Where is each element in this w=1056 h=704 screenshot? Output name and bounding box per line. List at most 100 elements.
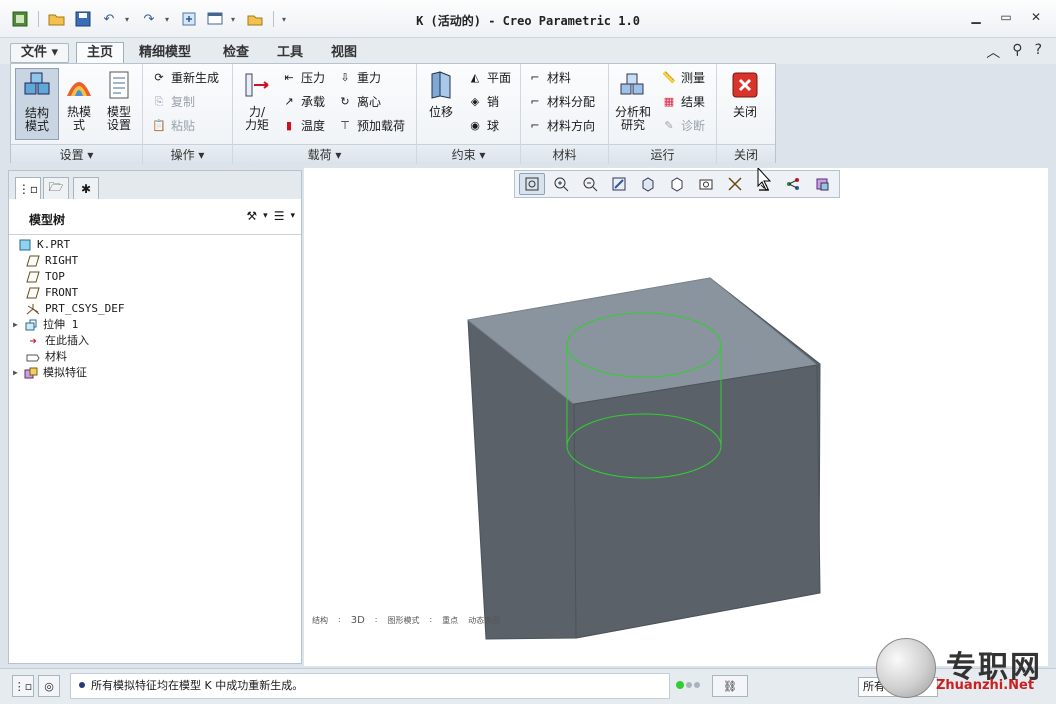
temperature-button[interactable]: ▮ 温度 — [281, 116, 325, 136]
planar-button[interactable]: ◭ 平面 — [467, 68, 511, 88]
undo-icon[interactable]: ↶ — [99, 9, 119, 29]
find-icon[interactable]: ⛓ — [712, 675, 748, 697]
preload-button[interactable]: ⊤ 预加载荷 — [337, 116, 405, 136]
watermark-ball-logo — [876, 638, 936, 698]
tree-settings-icon[interactable]: ⚒ — [246, 209, 257, 223]
group-loads-label[interactable]: 载荷 ▾ — [233, 144, 416, 164]
redo-dropdown-icon[interactable]: ▾ — [165, 15, 173, 24]
app-icon[interactable] — [10, 9, 30, 29]
paste-button[interactable]: 📋 粘贴 — [151, 116, 195, 136]
title-bar: ↶ ▾ ↷ ▾ ▾ ▾ K (活动的) - Creo Parametric 1.… — [0, 0, 1056, 38]
group-setup: 结构 模式 热模 式 模型 设置 设置 ▾ — [11, 64, 143, 164]
expand-icon[interactable]: ▶ — [13, 365, 23, 381]
centrifugal-icon: ↻ — [340, 95, 350, 108]
tree-node-top[interactable]: TOP — [13, 269, 297, 285]
status-graphics: 图形模式 — [387, 616, 420, 625]
tree-show-dropdown-icon[interactable]: ▾ — [290, 211, 295, 221]
help-icon[interactable]: ? — [1035, 42, 1042, 62]
results-button[interactable]: ▦ 结果 — [661, 92, 705, 112]
save-icon[interactable] — [73, 9, 93, 29]
tree-node-front[interactable]: FRONT — [13, 285, 297, 301]
favorites-tab-icon[interactable]: ✱ — [73, 177, 99, 199]
group-constraints-label[interactable]: 约束 ▾ — [417, 144, 520, 164]
tree-node-simulation-features[interactable]: ▶ 模拟特征 — [13, 365, 297, 381]
copy-icon: ⎘ — [154, 95, 164, 108]
undo-dropdown-icon[interactable]: ▾ — [125, 15, 133, 24]
close-x-icon — [728, 68, 762, 102]
close-button[interactable]: 关闭 — [723, 68, 767, 119]
close-window-icon[interactable] — [245, 9, 265, 29]
quick-access-toolbar: ↶ ▾ ↷ ▾ ▾ ▾ — [10, 9, 290, 29]
open-icon[interactable] — [47, 9, 67, 29]
group-material: ⌐ 材料 ⌐ 材料分配 ⌐ 材料方向 材料 — [521, 64, 609, 164]
analysis-studies-button[interactable]: 分析和 研究 — [611, 68, 655, 132]
gravity-button[interactable]: ⇩ 重力 — [337, 68, 381, 88]
search-icon[interactable]: ⚲ — [1012, 42, 1022, 62]
insert-here-icon: ➜ — [29, 334, 37, 348]
status-focus: 重点 — [442, 616, 459, 625]
copy-button[interactable]: ⎘ 复制 — [151, 92, 195, 112]
tab-home[interactable]: 主页 — [76, 42, 125, 64]
bearing-button[interactable]: ↗ 承载 — [281, 92, 325, 112]
measure-button[interactable]: 📏 测量 — [661, 68, 705, 88]
force-moment-button[interactable]: 力/ 力矩 — [235, 68, 279, 132]
tree-show-icon[interactable]: ☰ — [274, 209, 285, 223]
tree-node-right[interactable]: RIGHT — [13, 253, 297, 269]
analysis-studies-icon — [616, 68, 650, 102]
displacement-button[interactable]: 位移 — [419, 68, 463, 119]
tab-refine-model[interactable]: 精细模型 — [128, 42, 202, 64]
watermark: 专职网 Zhuanzhi.Net — [876, 628, 1052, 702]
minimize-icon[interactable]: ▁ — [968, 9, 984, 25]
expand-icon[interactable]: ▶ — [13, 317, 23, 333]
restore-icon[interactable]: ▭ — [998, 9, 1014, 25]
thermal-mode-button[interactable]: 热模 式 — [57, 68, 101, 132]
centrifugal-button[interactable]: ↻ 离心 — [337, 92, 381, 112]
diagnostics-icon: ✎ — [664, 119, 674, 132]
tab-inspect[interactable]: 检查 — [212, 42, 260, 64]
windows-dropdown-icon[interactable]: ▾ — [231, 15, 239, 24]
model-tree: K.PRT RIGHT TOP FRONT PRT_CSYS_DEF ▶ 拉伸 1… — [13, 237, 297, 381]
model-setup-button[interactable]: 模型 设置 — [97, 68, 141, 132]
tree-node-material[interactable]: 材料 — [13, 349, 297, 365]
model-viewport[interactable] — [304, 168, 1048, 666]
toggle-navigator-icon[interactable]: ⋮▫ — [12, 675, 34, 697]
regenerate-icon[interactable] — [179, 9, 199, 29]
tab-tools[interactable]: 工具 — [266, 42, 314, 64]
toggle-browser-icon[interactable]: ◎ — [38, 675, 60, 697]
mouse-cursor-icon — [757, 168, 772, 191]
group-constraints: 位移 ◭ 平面 ◈ 销 ◉ 球 约束 ▾ — [417, 64, 521, 164]
folder-browser-tab-icon[interactable]: 🗁 — [43, 177, 69, 199]
redo-icon[interactable]: ↷ — [139, 9, 159, 29]
planar-icon: ◭ — [470, 71, 480, 84]
structure-mode-icon — [20, 69, 54, 103]
tab-file[interactable]: 文件 ▾ — [10, 43, 70, 63]
watermark-en: Zhuanzhi.Net — [936, 678, 1035, 693]
material-assignment-button[interactable]: ⌐ 材料分配 — [527, 92, 595, 112]
pin-button[interactable]: ◈ 销 — [467, 92, 499, 112]
structure-mode-button[interactable]: 结构 模式 — [15, 68, 59, 140]
group-operations-label[interactable]: 操作 ▾ — [143, 144, 232, 164]
tree-node-part[interactable]: K.PRT — [13, 237, 297, 253]
tree-settings-dropdown-icon[interactable]: ▾ — [263, 211, 268, 221]
group-setup-label[interactable]: 设置 ▾ — [11, 144, 142, 164]
regenerate-button[interactable]: ⟳ 重新生成 — [151, 68, 219, 88]
ball-button[interactable]: ◉ 球 — [467, 116, 499, 136]
material-orientation-button[interactable]: ⌐ 材料方向 — [527, 116, 595, 136]
tree-node-extrude[interactable]: ▶ 拉伸 1 — [13, 317, 297, 333]
model-tree-tab-icon[interactable]: ⋮▫ — [15, 177, 41, 199]
tab-view[interactable]: 视图 — [320, 42, 368, 64]
tree-node-insert-here[interactable]: ➜ 在此插入 — [13, 333, 297, 349]
material-button[interactable]: ⌐ 材料 — [527, 68, 571, 88]
diagnostics-button[interactable]: ✎ 诊断 — [661, 116, 705, 136]
pressure-button[interactable]: ⇤ 压力 — [281, 68, 325, 88]
material-assignment-icon: ⌐ — [530, 95, 540, 108]
simulation-features-icon — [23, 366, 39, 380]
windows-icon[interactable] — [205, 9, 225, 29]
customize-toolbar-icon[interactable]: ▾ — [282, 15, 290, 24]
graphics-window[interactable]: 结构 : 3D : 图形模式 : 重点 动态表面 — [304, 168, 1048, 666]
part-icon — [17, 238, 33, 252]
close-icon[interactable]: ✕ — [1028, 9, 1044, 25]
collapse-ribbon-icon[interactable]: ︿ — [986, 42, 1000, 62]
tree-node-csys[interactable]: PRT_CSYS_DEF — [13, 301, 297, 317]
group-close: 关闭 关闭 — [717, 64, 775, 164]
